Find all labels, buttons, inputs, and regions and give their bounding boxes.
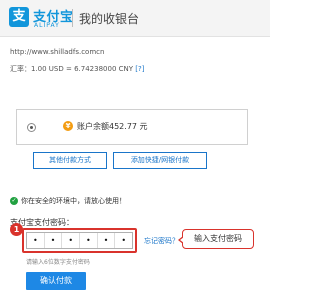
password-digit: • — [80, 233, 98, 248]
header-bar: 支 支付宝 ALIPAY 我的收银台 — [0, 0, 270, 37]
confirm-payment-button[interactable]: 确认付款 — [26, 272, 86, 290]
check-icon: ✓ — [10, 197, 18, 205]
instruction-callout: 输入支付密码 — [178, 229, 254, 249]
password-digit: • — [45, 233, 63, 248]
exchange-rate: 汇率：1.00 USD = 6.74238000 CNY [?] — [10, 64, 144, 74]
forgot-password-link[interactable]: 忘记密码？ — [144, 236, 179, 246]
brand-subtitle: ALIPAY — [34, 22, 60, 29]
header-divider — [72, 9, 73, 27]
exchange-rate-value: 1.00 USD = 6.74238000 CNY — [31, 65, 134, 73]
password-digit: • — [62, 233, 81, 248]
balance-amount: 452.77 元 — [109, 122, 148, 131]
step-number-badge: 1 — [10, 223, 23, 236]
coin-icon: ¥ — [63, 121, 73, 131]
password-digit: • — [98, 233, 116, 248]
other-payment-methods-button[interactable]: 其他付款方式 — [33, 152, 107, 169]
balance-radio[interactable] — [27, 123, 36, 132]
merchant-url: http://www.shilladfs.comcn — [10, 48, 105, 56]
security-message: 你在安全的环境中，请放心使用！ — [21, 197, 126, 205]
exchange-rate-help-link[interactable]: [?] — [135, 65, 144, 73]
page-title: 我的收银台 — [79, 12, 140, 26]
balance-option[interactable]: ¥ 账户余额 452.77 元 — [16, 109, 248, 145]
password-digit: • — [27, 233, 45, 248]
payment-password-input[interactable]: • • • • • • — [26, 232, 133, 249]
alipay-logo-icon: 支 — [9, 7, 29, 27]
password-digit: • — [121, 236, 127, 245]
password-hint: 请输入6位数字支付密码 — [26, 259, 90, 266]
add-quick-payment-button[interactable]: 添加快捷/网银付款 — [113, 152, 207, 169]
exchange-rate-label: 汇率： — [10, 65, 31, 73]
balance-label: 账户余额 — [77, 122, 109, 131]
security-notice: ✓ 你在安全的环境中，请放心使用！ — [10, 196, 126, 206]
